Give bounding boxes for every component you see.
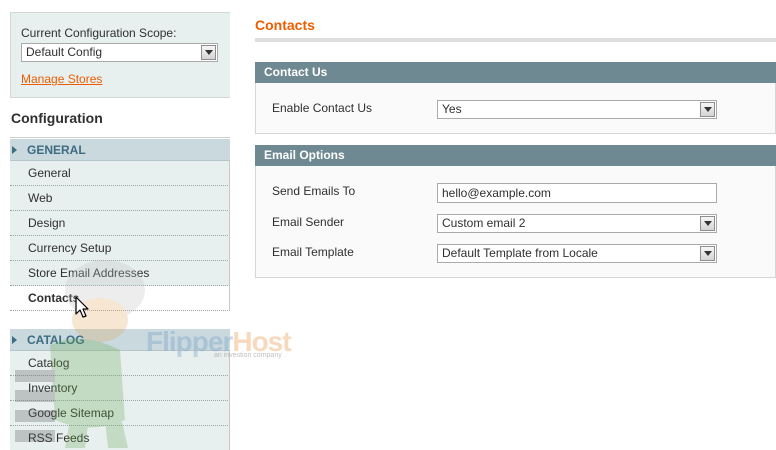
- group-items-general: General Web Design Currency Setup Store …: [10, 161, 230, 311]
- brand-tagline: an investion company: [214, 352, 282, 359]
- chevron-down-icon[interactable]: [700, 102, 715, 117]
- enable-contact-us-value: Yes: [442, 102, 462, 116]
- configuration-title: Configuration: [10, 98, 230, 138]
- page-title: Contacts: [255, 17, 315, 33]
- email-template-value: Default Template from Locale: [442, 246, 598, 260]
- scope-label: Current Configuration Scope:: [21, 26, 177, 40]
- triangle-right-icon: [12, 146, 17, 154]
- group-items-catalog: Catalog Inventory Google Sitemap RSS Fee…: [10, 351, 230, 450]
- email-template-label: Email Template: [272, 245, 354, 259]
- email-sender-label: Email Sender: [272, 215, 345, 229]
- triangle-right-icon: [12, 336, 17, 344]
- fieldset-contact-us: Enable Contact Us Yes: [255, 83, 776, 134]
- enable-contact-us-label: Enable Contact Us: [272, 101, 373, 115]
- send-emails-to-label: Send Emails To: [272, 184, 356, 198]
- sidebar-item-design[interactable]: Design: [10, 211, 230, 236]
- chevron-down-icon[interactable]: [700, 246, 715, 261]
- email-template-select[interactable]: Default Template from Locale: [437, 244, 717, 263]
- fieldset-email-options: Send Emails To Email Sender Custom email…: [255, 166, 776, 278]
- sidebar-item-store-email-addresses[interactable]: Store Email Addresses: [10, 261, 230, 286]
- mouse-pointer-icon: [75, 296, 89, 318]
- sidebar-item-general[interactable]: General: [10, 161, 230, 186]
- chevron-down-icon[interactable]: [700, 216, 715, 231]
- sidebar-item-rss-feeds[interactable]: RSS Feeds: [10, 426, 230, 450]
- send-emails-to-input[interactable]: [437, 183, 717, 203]
- scope-select-value: Default Config: [26, 45, 103, 59]
- manage-stores-link[interactable]: Manage Stores: [21, 72, 220, 86]
- email-sender-value: Custom email 2: [442, 216, 526, 230]
- sidebar-item-google-sitemap[interactable]: Google Sitemap: [10, 401, 230, 426]
- sidebar-edge: [229, 351, 230, 450]
- sidebar-edge: [229, 161, 230, 311]
- title-divider: [255, 38, 776, 42]
- email-sender-select[interactable]: Custom email 2: [437, 214, 717, 233]
- sidebar-item-inventory[interactable]: Inventory: [10, 376, 230, 401]
- group-label: CATALOG: [27, 333, 85, 347]
- sidebar: Current Configuration Scope: Default Con…: [10, 12, 230, 450]
- sidebar-item-web[interactable]: Web: [10, 186, 230, 211]
- enable-contact-us-select[interactable]: Yes: [437, 100, 717, 119]
- sidebar-item-currency-setup[interactable]: Currency Setup: [10, 236, 230, 261]
- fieldset-header-contact-us[interactable]: Contact Us: [255, 62, 776, 83]
- chevron-down-icon[interactable]: [201, 45, 216, 60]
- fieldset-header-email-options[interactable]: Email Options: [255, 145, 776, 166]
- scope-select[interactable]: Default Config: [21, 43, 218, 62]
- group-header-general[interactable]: GENERAL: [10, 139, 230, 161]
- scope-switcher: Current Configuration Scope: Default Con…: [10, 12, 230, 98]
- sidebar-item-contacts[interactable]: Contacts: [10, 286, 230, 311]
- group-label: GENERAL: [27, 143, 86, 157]
